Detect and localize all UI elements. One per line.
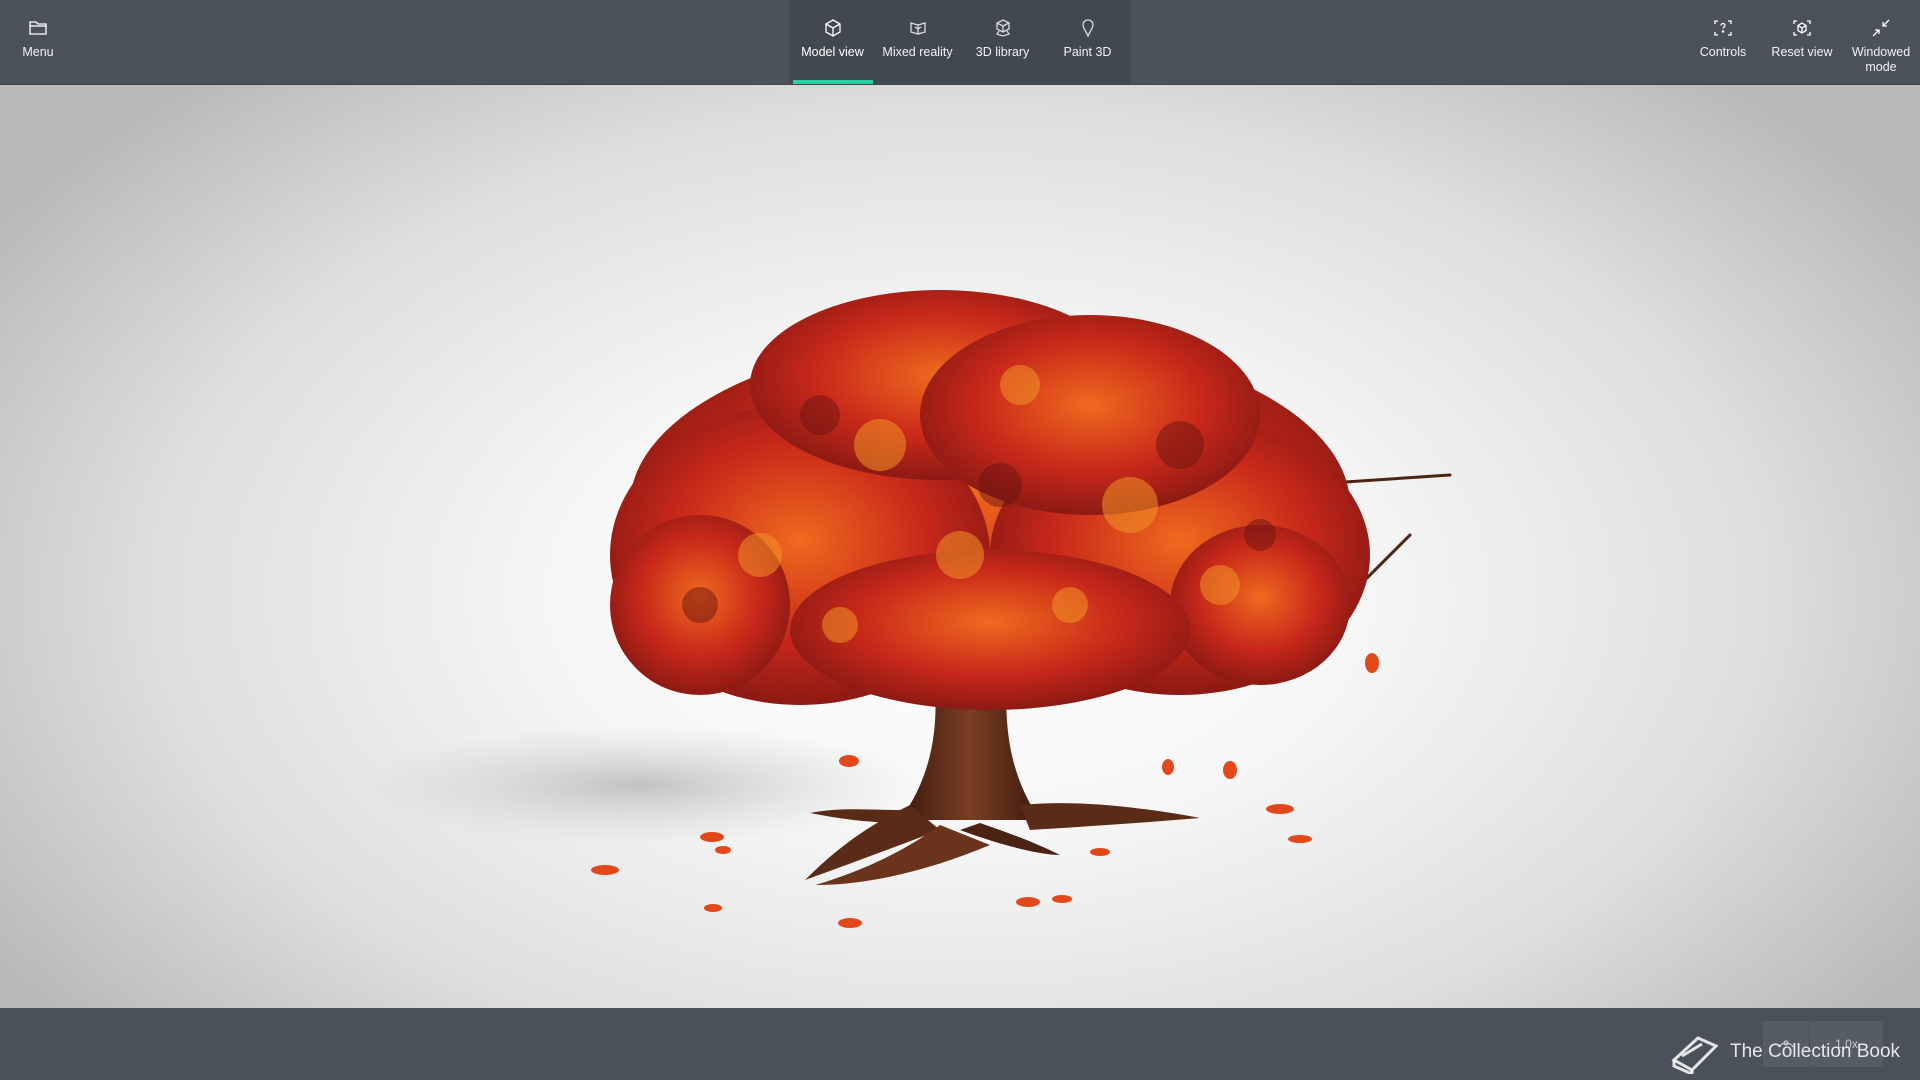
tab-paint-3d[interactable]: Paint 3D <box>1045 0 1130 84</box>
bottom-status-bar <box>0 1008 1920 1080</box>
tab-mixed-reality-label: Mixed reality <box>882 45 953 59</box>
tab-mixed-reality[interactable]: Mixed reality <box>875 0 960 84</box>
tree-shadow <box>360 725 920 845</box>
collapse-arrows-icon <box>1872 19 1890 37</box>
tab-model-view[interactable]: Model view <box>790 0 875 84</box>
folder-icon <box>29 21 47 35</box>
top-toolbar: Menu Model view Mixed reality 3D library… <box>0 0 1920 85</box>
book-icon <box>1671 1036 1719 1074</box>
controls-help-icon <box>1714 20 1732 36</box>
tab-paint-3d-label: Paint 3D <box>1063 45 1112 59</box>
tree-model <box>360 290 1452 928</box>
windowed-mode-label-2: mode <box>1865 60 1897 74</box>
windowed-mode-button[interactable]: Windowed mode <box>1841 0 1920 84</box>
controls-label: Controls <box>1699 45 1747 59</box>
active-tab-indicator <box>793 80 873 84</box>
windowed-mode-label-1: Windowed <box>1851 45 1911 59</box>
model-viewport[interactable] <box>0 85 1920 1008</box>
library-icon <box>995 19 1010 37</box>
menu-button[interactable]: Menu <box>6 0 70 84</box>
tab-3d-library-label: 3D library <box>975 45 1030 59</box>
reset-view-label: Reset view <box>1771 45 1833 59</box>
controls-button[interactable]: Controls <box>1683 0 1763 84</box>
menu-label: Menu <box>22 45 54 59</box>
cube-icon <box>824 19 841 37</box>
paint-3d-icon <box>1081 19 1094 38</box>
reset-view-button[interactable]: Reset view <box>1762 0 1842 84</box>
watermark-text: The Collection Book <box>1730 1041 1901 1062</box>
tab-3d-library[interactable]: 3D library <box>960 0 1045 84</box>
tab-model-view-label: Model view <box>801 45 864 59</box>
watermark: The Collection Book <box>1668 1030 1900 1074</box>
reset-view-icon <box>1793 20 1811 36</box>
mixed-reality-icon <box>909 22 926 35</box>
